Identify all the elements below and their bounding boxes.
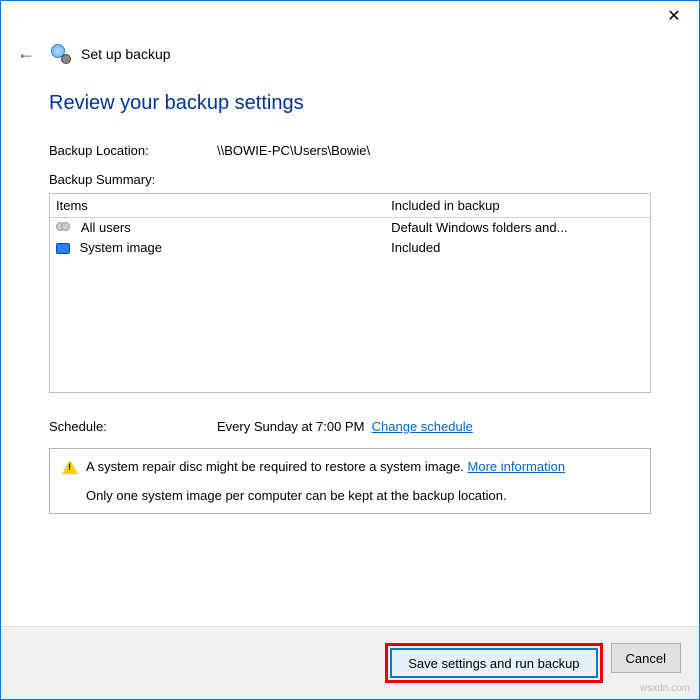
column-items[interactable]: Items (56, 198, 391, 213)
button-bar: Save settings and run backup Cancel (1, 626, 699, 699)
monitor-icon (56, 243, 70, 254)
backup-summary-listview[interactable]: Items Included in backup All users Defau… (49, 193, 651, 393)
close-button[interactable]: ✕ (659, 1, 689, 31)
warning-icon (62, 460, 78, 474)
warning-panel: A system repair disc might be required t… (49, 448, 651, 514)
warning-text: A system repair disc might be required t… (86, 459, 464, 474)
schedule-label: Schedule: (49, 419, 217, 434)
item-name: System image (80, 240, 162, 255)
page-title: Review your backup settings (49, 92, 651, 115)
list-item[interactable]: All users Default Windows folders and... (50, 218, 650, 238)
change-schedule-link[interactable]: Change schedule (372, 419, 473, 434)
item-name: All users (81, 220, 131, 235)
users-icon (56, 222, 72, 236)
backup-wizard-window: ✕ ← Set up backup Review your backup set… (0, 0, 700, 700)
list-item[interactable]: System image Included (50, 238, 650, 257)
more-information-link[interactable]: More information (468, 459, 566, 474)
watermark: wsxdn.com (640, 683, 690, 694)
content-area: Review your backup settings Backup Locat… (1, 68, 699, 626)
back-arrow-icon[interactable]: ← (17, 43, 35, 64)
backup-location-value: \\BOWIE-PC\Users\Bowie\ (217, 143, 370, 158)
item-included: Included (391, 240, 644, 255)
warning-note: Only one system image per computer can b… (62, 488, 638, 503)
titlebar: ✕ (1, 1, 699, 31)
item-included: Default Windows folders and... (391, 220, 644, 235)
save-and-run-backup-button[interactable]: Save settings and run backup (390, 648, 597, 678)
column-included[interactable]: Included in backup (391, 198, 644, 213)
backup-location-row: Backup Location: \\BOWIE-PC\Users\Bowie\ (49, 143, 651, 158)
backup-summary-label: Backup Summary: (49, 172, 651, 187)
backup-location-label: Backup Location: (49, 143, 217, 158)
wizard-title: Set up backup (81, 46, 171, 62)
highlight-box: Save settings and run backup (385, 643, 602, 683)
backup-wizard-icon (51, 44, 71, 64)
schedule-row: Schedule: Every Sunday at 7:00 PM Change… (49, 419, 651, 434)
schedule-value: Every Sunday at 7:00 PM (217, 419, 364, 434)
cancel-button[interactable]: Cancel (611, 643, 681, 673)
summary-header: Items Included in backup (50, 194, 650, 218)
wizard-header: ← Set up backup (1, 31, 699, 68)
